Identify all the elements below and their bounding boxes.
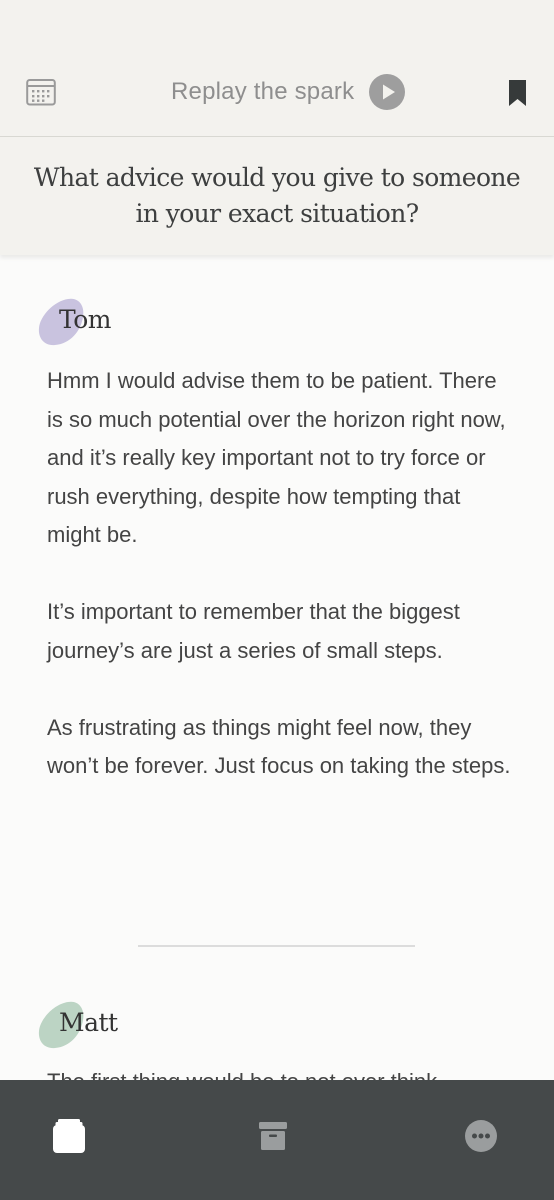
answer-paragraph: Hmm I would advise them to be patient. T… bbox=[47, 368, 506, 547]
bottom-nav bbox=[0, 1080, 554, 1200]
author-tom: Tom bbox=[38, 297, 238, 347]
question-text: What advice would you give to someone in… bbox=[33, 163, 521, 228]
calendar-icon[interactable] bbox=[26, 78, 56, 106]
more-icon bbox=[465, 1120, 497, 1152]
question-card: What advice would you give to someone in… bbox=[0, 137, 554, 255]
nav-more-button[interactable] bbox=[451, 1106, 511, 1166]
answer-text: Hmm I would advise them to be patient. T… bbox=[47, 362, 517, 824]
bookmark-icon[interactable] bbox=[509, 80, 526, 106]
play-icon bbox=[369, 74, 406, 110]
author-matt: Matt bbox=[38, 1000, 238, 1050]
answer-text: The first thing would be to not over thi… bbox=[47, 1060, 517, 1080]
author-name: Tom bbox=[59, 305, 112, 334]
answer-paragraph: It’s important to remember that the bigg… bbox=[47, 599, 460, 663]
nav-archive-button[interactable] bbox=[243, 1106, 303, 1166]
replay-label: Replay the spark bbox=[171, 78, 355, 105]
answer-paragraph: The first thing would be to not over thi… bbox=[47, 1063, 517, 1080]
answer-divider bbox=[138, 945, 415, 947]
top-bar: Replay the spark bbox=[0, 0, 554, 137]
cards-icon bbox=[53, 1119, 85, 1153]
answer-paragraph: As frustrating as things might feel now,… bbox=[47, 714, 511, 779]
author-name: Matt bbox=[59, 1008, 118, 1037]
replay-button[interactable]: Replay the spark bbox=[171, 74, 406, 110]
nav-cards-button[interactable] bbox=[39, 1106, 99, 1166]
archive-icon bbox=[259, 1122, 287, 1150]
